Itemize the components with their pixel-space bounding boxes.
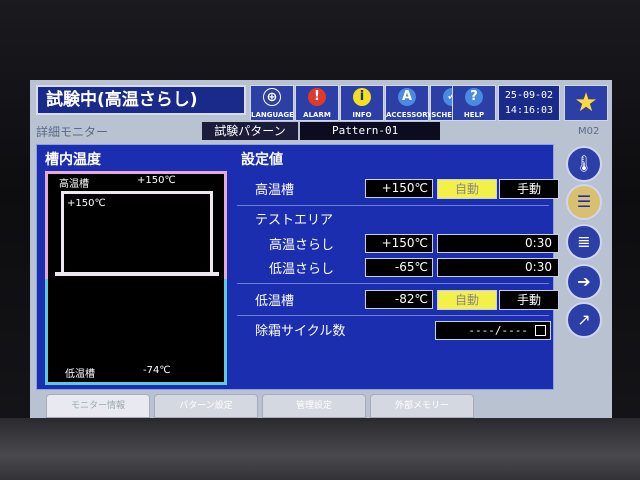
- pattern-value: Pattern-01: [300, 122, 440, 140]
- star-icon: ★: [574, 88, 598, 118]
- hot-expose-time[interactable]: 0:30: [437, 234, 559, 253]
- hot-tank-manual-toggle[interactable]: 手動: [499, 179, 559, 199]
- cold-expose-time[interactable]: 0:30: [437, 258, 559, 277]
- test-area-label: テストエリア: [255, 213, 334, 228]
- favorite-button[interactable]: ★: [564, 85, 608, 121]
- alarm-button[interactable]: ! ALARM: [295, 85, 339, 121]
- alarm-icon: !: [308, 88, 326, 106]
- info-icon: i: [353, 88, 371, 106]
- next-button[interactable]: ➔: [566, 264, 602, 300]
- hot-tank-auto-toggle[interactable]: 自動: [437, 179, 497, 199]
- accessory-icon: A: [398, 88, 416, 106]
- tab-external-memory[interactable]: 外部メモリー: [370, 394, 474, 418]
- device-bezel-bottom: [0, 418, 640, 480]
- hot-expose-label: 高温さらし: [269, 238, 335, 253]
- checkbox-icon: [535, 325, 546, 336]
- accessory-button[interactable]: A ACCESSORY: [385, 85, 432, 121]
- thermometer-icon: 🌡: [573, 154, 595, 173]
- hot-tank-setpoint[interactable]: +150℃: [365, 179, 433, 198]
- language-button[interactable]: ⊕ LANGUAGE: [250, 85, 294, 121]
- cold-tank-temp: -74℃: [143, 365, 171, 376]
- divider: [237, 315, 549, 316]
- hot-expose-setpoint[interactable]: +150℃: [365, 234, 433, 253]
- help-button[interactable]: ? HELP: [452, 85, 496, 121]
- screen-title: 詳細モニター: [36, 125, 109, 139]
- thermometer-button[interactable]: 🌡: [566, 146, 602, 182]
- test-area-temp: +150℃: [67, 198, 106, 209]
- cold-tank-label: 低温槽: [65, 369, 95, 380]
- screen-id: M02: [578, 126, 600, 137]
- globe-icon: ⊕: [263, 88, 281, 106]
- cold-tank-auto-toggle[interactable]: 自動: [437, 290, 497, 310]
- time-text: 14:16:03: [504, 105, 554, 116]
- divider: [237, 205, 549, 206]
- detail-list-button[interactable]: ☰: [566, 184, 602, 220]
- list-icon: ☰: [576, 192, 592, 211]
- defrost-cycle-field[interactable]: ----/----: [435, 321, 551, 340]
- test-area-base: [55, 272, 219, 276]
- hot-tank-setting-label: 高温槽: [255, 183, 295, 198]
- chamber-temp-title: 槽内温度: [45, 152, 101, 168]
- tab-pattern-settings[interactable]: パターン設定: [154, 394, 258, 418]
- graph-button[interactable]: ↗: [566, 302, 602, 338]
- datetime-display: 25-09-02 14:16:03: [498, 85, 560, 121]
- touch-screen: 試験中(高温さらし) ⊕ LANGUAGE ! ALARM i INFO A A…: [30, 80, 612, 418]
- status-title: 試験中(高温さらし): [36, 85, 246, 115]
- cold-tank-manual-toggle[interactable]: 手動: [499, 290, 559, 310]
- date-text: 25-09-02: [504, 90, 554, 101]
- monitor-panel: 槽内温度 高温槽 +150℃ +150℃ 低温槽 -74℃ 設定値 高温槽 +1…: [36, 144, 559, 390]
- hot-tank-temp: +150℃: [137, 175, 176, 186]
- tab-management-settings[interactable]: 管理設定: [262, 394, 366, 418]
- cold-expose-setpoint[interactable]: -65℃: [365, 258, 433, 277]
- cold-tank-setpoint[interactable]: -82℃: [365, 290, 433, 309]
- hot-tank-label: 高温槽: [59, 179, 89, 190]
- tab-monitor-info[interactable]: モニター情報: [46, 394, 150, 418]
- divider: [237, 283, 549, 284]
- arrow-right-icon: ➔: [577, 272, 591, 291]
- chamber-diagram: 高温槽 +150℃ +150℃ 低温槽 -74℃: [45, 171, 227, 385]
- settings-title: 設定値: [241, 152, 283, 168]
- stack-button[interactable]: ≣: [566, 224, 602, 260]
- info-button[interactable]: i INFO: [340, 85, 384, 121]
- cold-expose-label: 低温さらし: [269, 262, 335, 277]
- graph-icon: ↗: [577, 310, 591, 329]
- pattern-label: 試験パターン: [202, 122, 298, 140]
- stack-icon: ≣: [577, 232, 591, 251]
- defrost-cycle-label: 除霜サイクル数: [255, 324, 346, 339]
- cold-tank-setting-label: 低温槽: [255, 294, 295, 309]
- defrost-cycle-value: ----/----: [468, 324, 528, 337]
- help-icon: ?: [465, 88, 483, 106]
